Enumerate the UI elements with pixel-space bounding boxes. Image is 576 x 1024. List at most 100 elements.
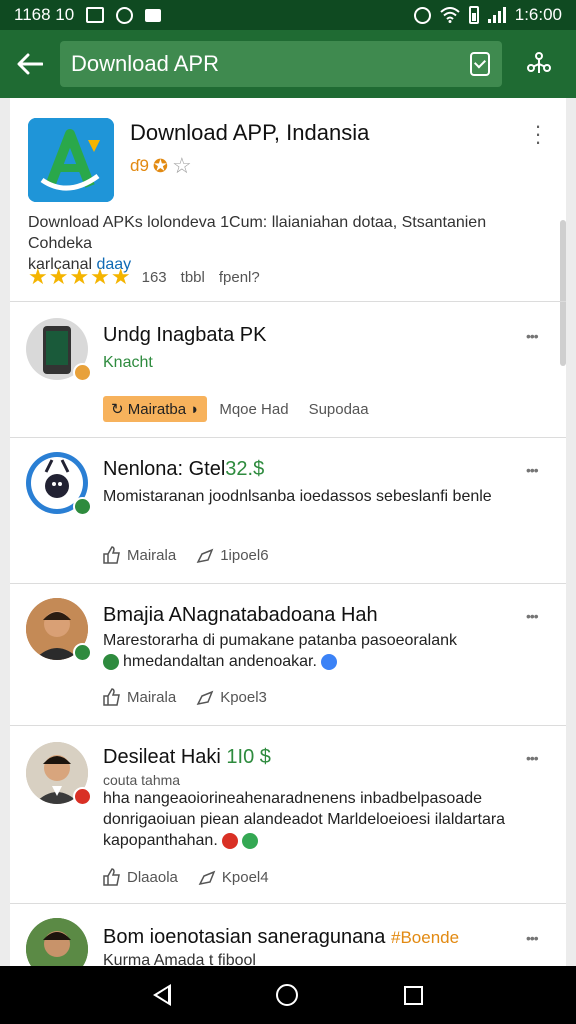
message-icon xyxy=(145,8,162,22)
forward-icon xyxy=(196,548,214,564)
status-time-left: 1168 10 xyxy=(14,5,75,24)
review-actions: Dlaaola Kpoel4 xyxy=(103,868,289,886)
like-label: Mairala xyxy=(127,688,177,706)
wifi-icon xyxy=(440,7,460,23)
verified-badge-icon xyxy=(73,643,92,662)
rating-extra: fpenl? xyxy=(218,268,260,286)
review-body: Marestorarha di pumakane patanba pasoeor… xyxy=(103,630,543,672)
review-action-2[interactable]: Supodaa xyxy=(309,401,369,418)
reviewer-name: Desileat Haki 1I0 $ xyxy=(103,746,271,769)
like-button[interactable]: Dlaaola xyxy=(103,868,178,886)
thumb-up-icon xyxy=(103,868,120,886)
badge-icon xyxy=(73,363,92,382)
review-item: Nenlona: Gtel32.$ ••• Momistaranan joodn… xyxy=(10,438,566,584)
review-actions: ↻ Mairatba ◗ Mqoe Had Supodaa xyxy=(103,396,389,422)
app-overflow-menu-button[interactable]: · · · xyxy=(528,115,548,153)
bookmark-check-icon[interactable] xyxy=(470,52,490,76)
reply-chip-label: Mairatba xyxy=(127,401,187,418)
tag-icon: ◗ xyxy=(186,401,200,418)
nav-recents-icon[interactable] xyxy=(404,985,424,1005)
thumb-up-icon xyxy=(103,688,120,706)
verified-badge-icon xyxy=(73,497,92,516)
like-button[interactable]: Mairala xyxy=(103,688,176,706)
review-more-button[interactable]: ••• xyxy=(526,608,548,624)
reviewer-tag: 32.$ xyxy=(225,458,265,480)
review-more-button[interactable]: ••• xyxy=(526,930,548,946)
avatar[interactable] xyxy=(26,598,92,664)
avatar[interactable] xyxy=(26,742,92,808)
battery-icon xyxy=(468,6,479,24)
app-meta-text: ɗ9 xyxy=(130,156,149,175)
avatar[interactable] xyxy=(26,318,92,384)
shield-icon xyxy=(320,653,337,670)
refresh-icon: ↻ xyxy=(111,401,128,418)
share-review-label: Kpoel4 xyxy=(221,868,269,886)
avatar[interactable] xyxy=(26,918,92,966)
app-rating: ★★★★★ 163 tbbl fpenl? xyxy=(28,264,260,290)
review-more-button[interactable]: ••• xyxy=(526,328,548,344)
review-actions: Mairala Kpoel3 xyxy=(103,688,287,706)
like-button[interactable]: Mairala xyxy=(103,546,176,564)
share-icon xyxy=(527,52,551,73)
coin-icon: ✪ xyxy=(152,155,169,176)
reviewer-subtitle: couta tahma xyxy=(103,772,181,788)
back-button[interactable] xyxy=(0,30,60,98)
review-item: Bmajia ANagnatabadoana Hah ••• Marestora… xyxy=(10,584,566,726)
app-toolbar: Download APR xyxy=(0,30,576,98)
review-body: Momistaranan joodnlsanba ioedassos sebes… xyxy=(103,488,492,505)
forward-icon xyxy=(196,690,214,706)
app-logo xyxy=(28,118,114,202)
reviewer-name-text: Bom ioenotasian saneragunana xyxy=(103,926,386,948)
app-description-line1: Download APKs lolondeva 1Cum: llaianiaha… xyxy=(28,214,487,252)
rating-count: 163 xyxy=(141,268,167,286)
heart-badge-icon xyxy=(73,787,92,806)
rating-text: tbbl xyxy=(180,268,205,286)
status-time-right: 1:6:00 xyxy=(514,5,562,24)
reviewer-name-text: Desileat Haki xyxy=(103,746,221,768)
sync-icon xyxy=(116,6,134,24)
share-button[interactable] xyxy=(502,30,576,98)
review-more-button[interactable]: ••• xyxy=(526,750,548,766)
check-icon xyxy=(103,653,119,670)
like-label: Mairala xyxy=(127,546,177,564)
avatar[interactable] xyxy=(26,452,92,518)
rating-stars: ★★★★★ xyxy=(28,264,132,289)
person-photo-icon xyxy=(26,918,88,966)
review-action-1[interactable]: Mqoe Had xyxy=(219,401,288,418)
reply-chip[interactable]: ↻ Mairatba ◗ xyxy=(103,396,208,422)
arrow-left-icon xyxy=(17,53,43,75)
reviewer-name: Nenlona: Gtel32.$ xyxy=(103,458,264,481)
nav-home-icon[interactable] xyxy=(276,984,299,1006)
nav-back-icon[interactable] xyxy=(152,984,171,1006)
review-body: hha nangeaoiorineahenaradnenens inbadbel… xyxy=(103,788,543,851)
reviewer-subtitle: Knacht xyxy=(103,354,153,371)
search-input[interactable]: Download APR xyxy=(60,41,502,87)
status-bar: 1168 10 1:6:00 xyxy=(0,0,576,30)
review-more-button[interactable]: ••• xyxy=(526,462,548,478)
like-label: Dlaaola xyxy=(127,868,178,886)
review-item: Undg Inagbata PK Knacht ••• ↻ Mairatba ◗… xyxy=(10,302,566,438)
review-body-line2: hmedandaltan andenoakar. xyxy=(123,653,317,670)
share-review-button[interactable]: Kpoel3 xyxy=(196,688,267,706)
system-nav-bar xyxy=(0,966,576,1024)
reviewer-tag: 1I0 $ xyxy=(226,746,271,768)
share-review-button[interactable]: Kpoel4 xyxy=(198,868,269,886)
share-review-button[interactable]: 1ipoel6 xyxy=(196,546,269,564)
reviewer-name: Bom ioenotasian saneragunana #Boende xyxy=(103,926,459,949)
reviewer-name: Undg Inagbata PK xyxy=(103,324,267,346)
reviewer-name: Bmajia ANagnatabadoana Hah xyxy=(103,604,378,626)
review-body-line1: Marestorarha di pumakane patanba pasoeor… xyxy=(103,632,458,649)
review-item: Bom ioenotasian saneragunana #Boende Kur… xyxy=(10,904,566,966)
star-outline-icon[interactable]: ☆ xyxy=(172,153,192,179)
reviewer-tag: #Boende xyxy=(391,928,460,947)
app-info-card: Download APP, Indansia ɗ9 ✪ ☆ · · · Downlo… xyxy=(10,98,566,302)
alarm-icon xyxy=(413,6,431,24)
leaf-icon xyxy=(241,832,258,849)
reviewer-subtitle: Kurma Amada t fibool xyxy=(103,952,256,966)
search-input-value: Download APR xyxy=(71,51,219,76)
review-list[interactable]: Download APP, Indansia ɗ9 ✪ ☆ · · · Downlo… xyxy=(10,98,566,966)
review-body-text: hha nangeaoiorineahenaradnenens inbadbel… xyxy=(103,790,506,849)
gallery-icon xyxy=(86,7,105,23)
heart-icon xyxy=(221,832,238,849)
review-actions: Mairala 1ipoel6 xyxy=(103,546,289,564)
